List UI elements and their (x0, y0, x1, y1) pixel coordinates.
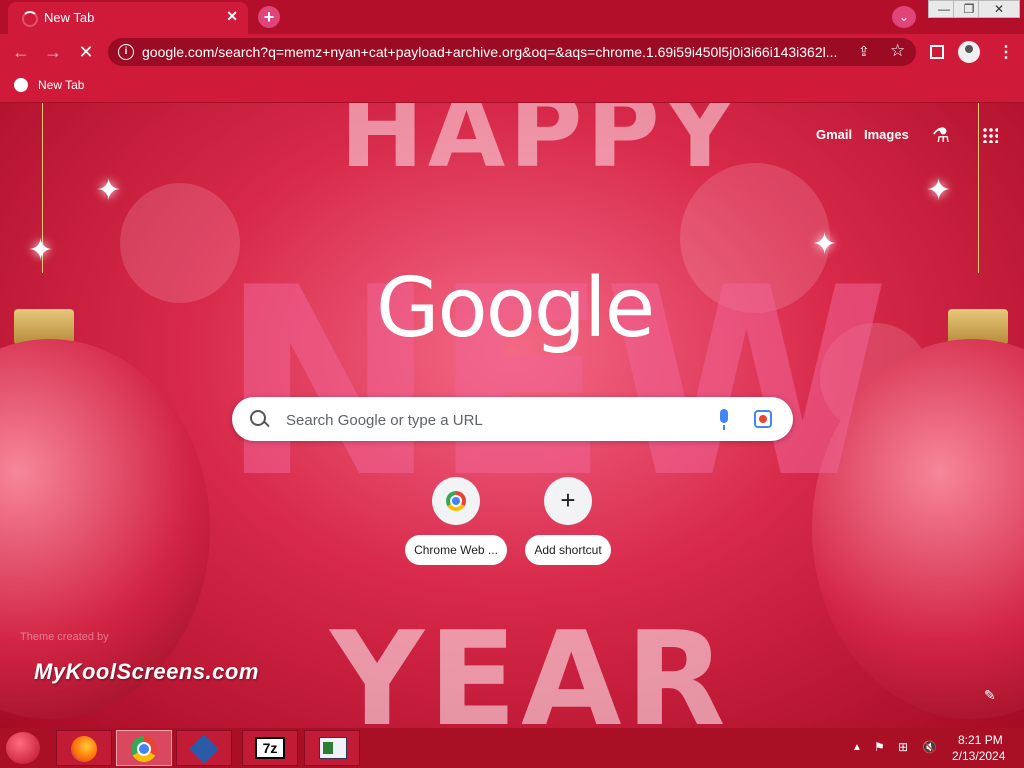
images-link[interactable]: Images (864, 127, 909, 142)
ornament-string (978, 103, 979, 273)
tab-new-tab[interactable]: New Tab ✕ (8, 2, 248, 34)
share-icon[interactable]: ⇪ (858, 43, 870, 60)
sparkle-icon: ✦ (926, 174, 952, 207)
clock-date[interactable]: 2/13/2024 (952, 749, 1005, 763)
taskbar-application[interactable] (304, 730, 360, 766)
bookmarks-bar: New Tab (0, 70, 1024, 103)
customize-pencil-icon[interactable]: ✎ (984, 687, 996, 704)
show-hidden-icons-icon[interactable]: ▲ (852, 742, 862, 753)
sparkle-icon: ✦ (28, 234, 54, 267)
google-lens-icon[interactable] (754, 410, 772, 428)
new-tab-button[interactable]: + (258, 6, 280, 28)
stop-loading-button[interactable]: ✕ (75, 42, 97, 64)
taskbar-7zip[interactable]: 7z (242, 730, 298, 766)
start-button[interactable] (6, 732, 40, 764)
site-info-icon[interactable]: i (118, 44, 134, 60)
shortcut-chrome-web-store[interactable]: Chrome Web ... (404, 477, 508, 570)
tab-close-button[interactable]: ✕ (226, 8, 238, 25)
labs-flask-icon[interactable]: ⚗ (932, 123, 950, 148)
loading-spinner-icon (22, 11, 38, 27)
taskbar: 7z ▲ ⚑ ⊞ 🔇 8:21 PM 2/13/2024 (0, 728, 1024, 768)
firefox-icon (71, 736, 97, 762)
shortcut-label: Chrome Web ... (405, 535, 507, 565)
search-icon (250, 410, 266, 426)
search-input[interactable] (284, 397, 708, 443)
chrome-icon (131, 736, 157, 762)
tab-strip: New Tab ✕ + ⌄ — ❐ ✕ (0, 0, 1024, 34)
address-bar-url[interactable]: google.com/search?q=memz+nyan+cat+payloa… (142, 44, 842, 60)
new-tab-page: ✦ ✦ ✦ ✦ HAPPY NEW YEAR Gmail Images ⚗ Go… (0, 103, 1024, 728)
network-icon[interactable]: ⊞ (898, 740, 908, 754)
globe-icon (14, 78, 28, 92)
7zip-icon: 7z (255, 737, 285, 759)
profile-avatar-icon[interactable] (958, 41, 980, 63)
chrome-web-store-icon (446, 491, 466, 511)
taskbar-chrome[interactable] (116, 730, 172, 766)
action-center-flag-icon[interactable]: ⚑ (874, 740, 885, 754)
side-panel-icon[interactable] (930, 45, 944, 59)
search-box[interactable] (232, 397, 793, 443)
shortcut-add[interactable]: + Add shortcut (516, 477, 620, 570)
watermark-text: MyKoolScreens.com (34, 659, 259, 684)
virtualbox-icon (189, 734, 219, 764)
taskbar-virtualbox[interactable] (176, 730, 232, 766)
browser-menu-icon[interactable]: ⋮ (998, 42, 1014, 62)
application-window-icon (319, 737, 347, 759)
shortcut-icon-circle: + (544, 477, 592, 525)
shortcut-icon-circle (432, 477, 480, 525)
browser-toolbar: ← → ✕ i google.com/search?q=memz+nyan+ca… (0, 34, 1024, 70)
address-bar[interactable]: i google.com/search?q=memz+nyan+cat+payl… (108, 38, 916, 66)
shortcut-label: Add shortcut (525, 535, 611, 565)
decoration-year: YEAR (330, 603, 730, 728)
tab-title: New Tab (44, 10, 95, 25)
plus-icon: + (560, 485, 576, 515)
gmail-link[interactable]: Gmail (816, 127, 852, 142)
bookmark-new-tab[interactable]: New Tab (38, 78, 84, 92)
sparkle-icon: ✦ (96, 174, 122, 207)
volume-muted-icon[interactable]: 🔇 (922, 740, 937, 754)
window-close-button[interactable]: ✕ (978, 0, 1020, 18)
back-button[interactable]: ← (10, 42, 32, 64)
voice-search-icon[interactable] (720, 409, 728, 430)
tab-search-button[interactable]: ⌄ (892, 6, 916, 28)
theme-credit[interactable]: Theme created by (20, 631, 109, 643)
clock-time[interactable]: 8:21 PM (958, 733, 1003, 747)
forward-button[interactable]: → (42, 42, 64, 64)
google-logo: Google (376, 261, 655, 356)
taskbar-firefox[interactable] (56, 730, 112, 766)
bookmark-star-icon[interactable]: ☆ (890, 41, 905, 61)
google-apps-icon[interactable] (982, 127, 998, 143)
decoration-happy: HAPPY (340, 103, 741, 190)
